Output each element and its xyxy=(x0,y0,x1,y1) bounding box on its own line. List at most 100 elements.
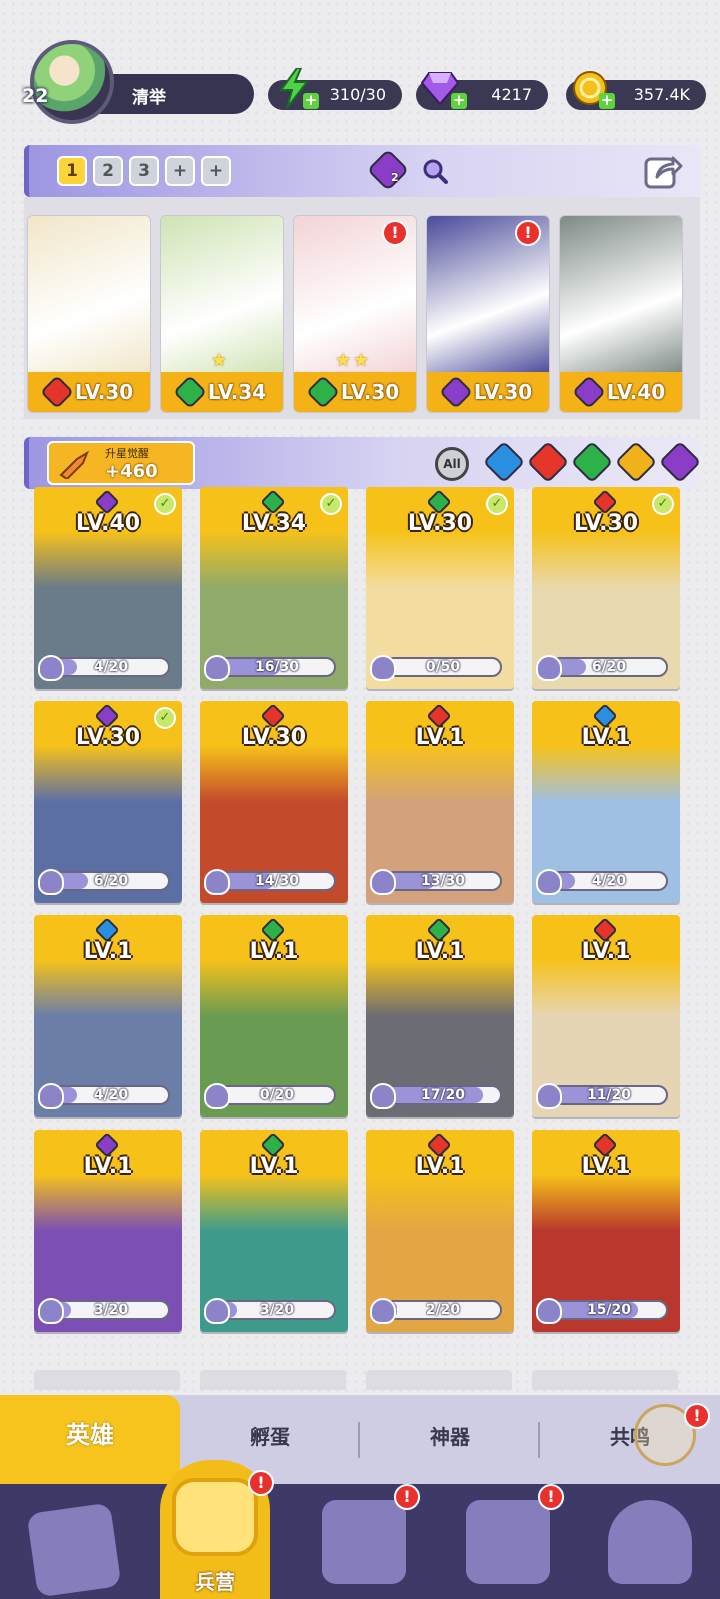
shard-progress-bar: 4/20 xyxy=(52,1085,170,1105)
hero-level: LV.1 xyxy=(415,725,465,750)
shard-count: 16/30 xyxy=(254,659,300,675)
filter-fire-icon[interactable] xyxy=(526,440,570,484)
shard-icon xyxy=(38,655,64,681)
shard-count: 6/20 xyxy=(591,659,627,675)
hero-card[interactable]: LV.30 ✓ 6/20 xyxy=(34,701,182,903)
shard-icon xyxy=(370,1083,396,1109)
shard-progress-bar: 6/20 xyxy=(550,657,668,677)
team-bar: 1 2 3 + + 2 xyxy=(24,145,700,197)
hero-card[interactable]: LV.30 14/30 xyxy=(200,701,348,903)
shard-icon xyxy=(204,1083,230,1109)
team-tab-add-1[interactable]: + xyxy=(165,156,195,186)
shard-count: 0/50 xyxy=(425,659,461,675)
hero-alert-badge: ! xyxy=(515,220,541,246)
star-up-button[interactable]: 升星觉醒 +460 xyxy=(47,441,195,485)
add-gems-button[interactable]: + xyxy=(451,93,467,109)
hero-level: LV.1 xyxy=(249,939,299,964)
element-wind-icon xyxy=(305,375,340,409)
shard-progress-bar: 14/30 xyxy=(218,871,336,891)
check-icon: ✓ xyxy=(154,493,176,515)
share-icon[interactable] xyxy=(643,151,683,195)
nav-barracks-label: 兵营 xyxy=(195,1570,235,1594)
cards-icon[interactable] xyxy=(26,1502,122,1598)
team-hero-card[interactable]: LV.30 ★ ★! xyxy=(293,215,417,413)
team-level-bar: LV.30 xyxy=(427,372,549,412)
shard-progress-bar: 6/20 xyxy=(52,871,170,891)
shard-icon xyxy=(38,1083,64,1109)
filter-all-button[interactable]: All xyxy=(435,447,469,481)
team-tab-3[interactable]: 3 xyxy=(129,156,159,186)
team-level-bar: LV.34 xyxy=(161,372,283,412)
shard-count: 13/30 xyxy=(420,873,466,889)
shard-icon xyxy=(536,1083,562,1109)
temple-icon[interactable] xyxy=(466,1500,550,1584)
tab-artifacts[interactable]: 神器 xyxy=(380,1412,520,1462)
team-hero-card[interactable]: LV.34 ★ xyxy=(160,215,284,413)
shard-count: 2/20 xyxy=(425,1302,461,1318)
filter-dark-icon[interactable] xyxy=(658,440,702,484)
shard-icon xyxy=(370,869,396,895)
check-icon: ✓ xyxy=(486,493,508,515)
team-element-icon[interactable] xyxy=(366,148,410,192)
shard-progress-bar: 4/20 xyxy=(550,871,668,891)
hero-card[interactable]: LV.30 ✓ 0/50 xyxy=(366,487,514,689)
shard-count: 3/20 xyxy=(259,1302,295,1318)
add-energy-button[interactable]: + xyxy=(303,93,319,109)
resonance-alert-badge: ! xyxy=(684,1403,710,1429)
hero-card[interactable]: LV.34 ✓ 16/30 xyxy=(200,487,348,689)
hero-level: LV.1 xyxy=(83,1154,133,1179)
hero-card[interactable]: LV.1 13/30 xyxy=(366,701,514,903)
hero-card[interactable]: LV.1 3/20 xyxy=(200,1130,348,1332)
player-avatar[interactable] xyxy=(30,40,114,124)
team-level-bar: LV.30 xyxy=(28,372,150,412)
tab-divider xyxy=(358,1422,360,1458)
team-hero-card[interactable]: LV.30 xyxy=(27,215,151,413)
team-hero-level: LV.34 xyxy=(207,380,267,404)
search-icon[interactable] xyxy=(421,157,449,189)
shard-progress-bar: 11/20 xyxy=(550,1085,668,1105)
hero-card[interactable]: LV.1 4/20 xyxy=(34,915,182,1117)
filter-bar: 升星觉醒 +460 All xyxy=(24,437,702,489)
player-level: 22 xyxy=(22,85,49,107)
shard-progress-bar: 16/30 xyxy=(218,657,336,677)
team-tab-2[interactable]: 2 xyxy=(93,156,123,186)
team-tab-add-2[interactable]: + xyxy=(201,156,231,186)
hero-card[interactable]: LV.1 0/20 xyxy=(200,915,348,1117)
team-tab-1[interactable]: 1 xyxy=(57,156,87,186)
barracks-alert-badge: ! xyxy=(248,1470,274,1496)
team-hero-level: LV.30 xyxy=(340,380,400,404)
shard-count: 4/20 xyxy=(591,873,627,889)
hero-card[interactable]: LV.1 17/20 xyxy=(366,915,514,1117)
hero-card[interactable]: LV.1 11/20 xyxy=(532,915,680,1117)
hero-alert-badge: ! xyxy=(382,220,408,246)
map-icon[interactable] xyxy=(322,1500,406,1584)
shard-icon xyxy=(536,655,562,681)
shard-icon xyxy=(38,869,64,895)
team-hero-card[interactable]: LV.40 xyxy=(559,215,683,413)
team-hero-card[interactable]: LV.30! xyxy=(426,215,550,413)
hero-card[interactable]: LV.30 ✓ 6/20 xyxy=(532,487,680,689)
hero-card[interactable]: LV.1 2/20 xyxy=(366,1130,514,1332)
hero-level: LV.1 xyxy=(83,939,133,964)
mushroom-icon[interactable] xyxy=(608,1500,692,1584)
next-row-card xyxy=(200,1370,346,1390)
filter-wind-icon[interactable] xyxy=(570,440,614,484)
star-icon: ★ xyxy=(353,350,370,371)
filter-water-icon[interactable] xyxy=(482,440,526,484)
hero-card[interactable]: LV.1 4/20 xyxy=(532,701,680,903)
tab-heroes[interactable]: 英雄 xyxy=(0,1395,180,1485)
shard-count: 4/20 xyxy=(93,1087,129,1103)
hero-card[interactable]: LV.1 3/20 xyxy=(34,1130,182,1332)
add-coins-button[interactable]: + xyxy=(599,93,615,109)
sword-icon xyxy=(59,450,90,479)
filter-light-icon[interactable] xyxy=(614,440,658,484)
hero-card[interactable]: LV.40 ✓ 4/20 xyxy=(34,487,182,689)
tab-hatch[interactable]: 孵蛋 xyxy=(200,1412,340,1462)
team-level-bar: LV.40 xyxy=(560,372,682,412)
hero-portrait xyxy=(560,216,682,374)
hero-level: LV.1 xyxy=(581,939,631,964)
shard-icon xyxy=(204,1298,230,1324)
hero-level: LV.30 xyxy=(241,725,307,750)
hero-card[interactable]: LV.1 15/20 xyxy=(532,1130,680,1332)
shard-icon xyxy=(370,1298,396,1324)
